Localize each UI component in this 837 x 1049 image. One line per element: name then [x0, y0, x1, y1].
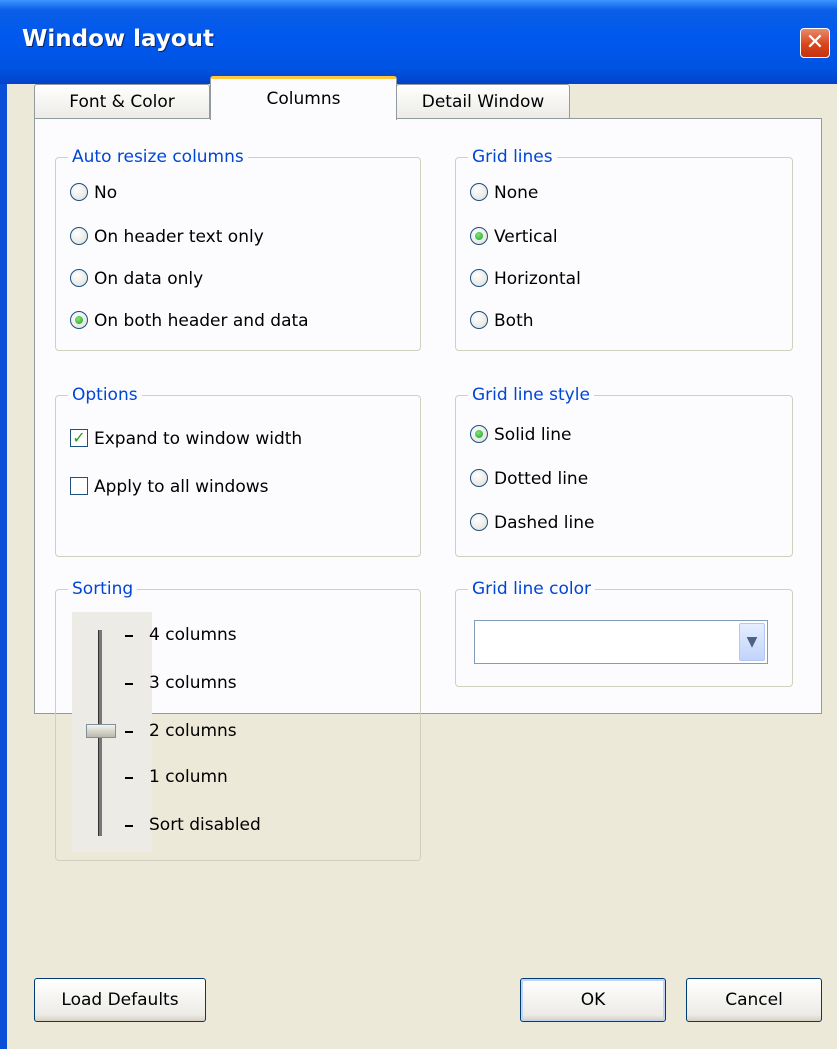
sorting-tick-label: Sort disabled	[149, 815, 261, 835]
radio-circle[interactable]	[70, 227, 88, 245]
window-frame-left	[0, 84, 7, 1049]
close-button[interactable]: ✕	[800, 28, 830, 58]
slider-tick	[125, 635, 133, 637]
sorting-tick-label: 1 column	[149, 767, 228, 787]
sorting-tick-label: 3 columns	[149, 673, 237, 693]
checkbox-box[interactable]: ✓	[70, 429, 88, 447]
sorting-tick-label: 4 columns	[149, 625, 237, 645]
grid-line-style-legend: Grid line style	[468, 384, 594, 406]
load-defaults-button[interactable]: Load Defaults	[34, 978, 206, 1022]
radio-circle[interactable]	[70, 311, 88, 329]
sorting-slider[interactable]	[72, 612, 152, 852]
options-group: Options ✓ Expand to window width Apply to…	[55, 384, 421, 557]
radio-label: Vertical	[494, 227, 558, 247]
checkbox-label: Expand to window width	[94, 429, 303, 449]
tab-font-color[interactable]: Font & Color	[34, 84, 210, 118]
checkbox-box[interactable]	[70, 477, 88, 495]
radio-label: Dashed line	[494, 513, 595, 533]
radio-circle[interactable]	[470, 311, 488, 329]
tab-detail-window[interactable]: Detail Window	[396, 84, 570, 118]
radio-label: Both	[494, 311, 534, 331]
chevron-down-icon[interactable]: ▼	[739, 623, 765, 661]
radio-label: Horizontal	[494, 269, 581, 289]
radio-circle[interactable]	[470, 183, 488, 201]
ok-button[interactable]: OK	[520, 978, 666, 1022]
radio-label: None	[494, 183, 539, 203]
tab-label: Font & Color	[69, 92, 175, 112]
radio-circle[interactable]	[70, 183, 88, 201]
radio-label: On data only	[94, 269, 204, 289]
auto-resize-group: Auto resize columns No On header text on…	[55, 146, 421, 351]
tab-label: Columns	[266, 89, 341, 109]
columns-tab-panel: Auto resize columns No On header text on…	[34, 118, 822, 861]
sorting-tick-label: 2 columns	[149, 721, 237, 741]
radio-circle[interactable]	[470, 269, 488, 287]
slider-tick	[125, 777, 133, 779]
grid-line-color-legend: Grid line color	[468, 578, 596, 600]
slider-tick	[125, 683, 133, 685]
slider-thumb[interactable]	[86, 724, 116, 738]
radio-circle[interactable]	[470, 425, 488, 443]
grid-line-color-select[interactable]: ▼	[474, 620, 768, 664]
cancel-button[interactable]: Cancel	[686, 978, 822, 1022]
close-icon: ✕	[805, 30, 825, 55]
radio-label: On header text only	[94, 227, 264, 247]
slider-tick	[125, 825, 133, 827]
radio-circle[interactable]	[470, 227, 488, 245]
radio-label: Dotted line	[494, 469, 589, 489]
checkbox-label: Apply to all windows	[94, 477, 269, 497]
auto-resize-legend: Auto resize columns	[68, 146, 248, 168]
radio-label: Solid line	[494, 425, 572, 445]
grid-line-color-group: Grid line color ▼	[455, 578, 793, 687]
radio-label: On both header and data	[94, 311, 309, 331]
window-title: Window layout	[22, 26, 215, 52]
options-legend: Options	[68, 384, 142, 406]
radio-circle[interactable]	[70, 269, 88, 287]
slider-tick	[125, 731, 133, 733]
tab-columns[interactable]: Columns	[210, 76, 397, 120]
radio-label: No	[94, 183, 118, 203]
radio-circle[interactable]	[470, 469, 488, 487]
grid-lines-legend: Grid lines	[468, 146, 557, 168]
grid-line-style-group: Grid line style Solid line Dotted line D…	[455, 384, 793, 557]
tab-label: Detail Window	[421, 92, 545, 112]
radio-circle[interactable]	[470, 513, 488, 531]
grid-lines-group: Grid lines None Vertical Horizontal Both	[455, 146, 793, 351]
title-bar: Window layout ✕	[0, 0, 837, 84]
sorting-legend: Sorting	[68, 578, 138, 600]
